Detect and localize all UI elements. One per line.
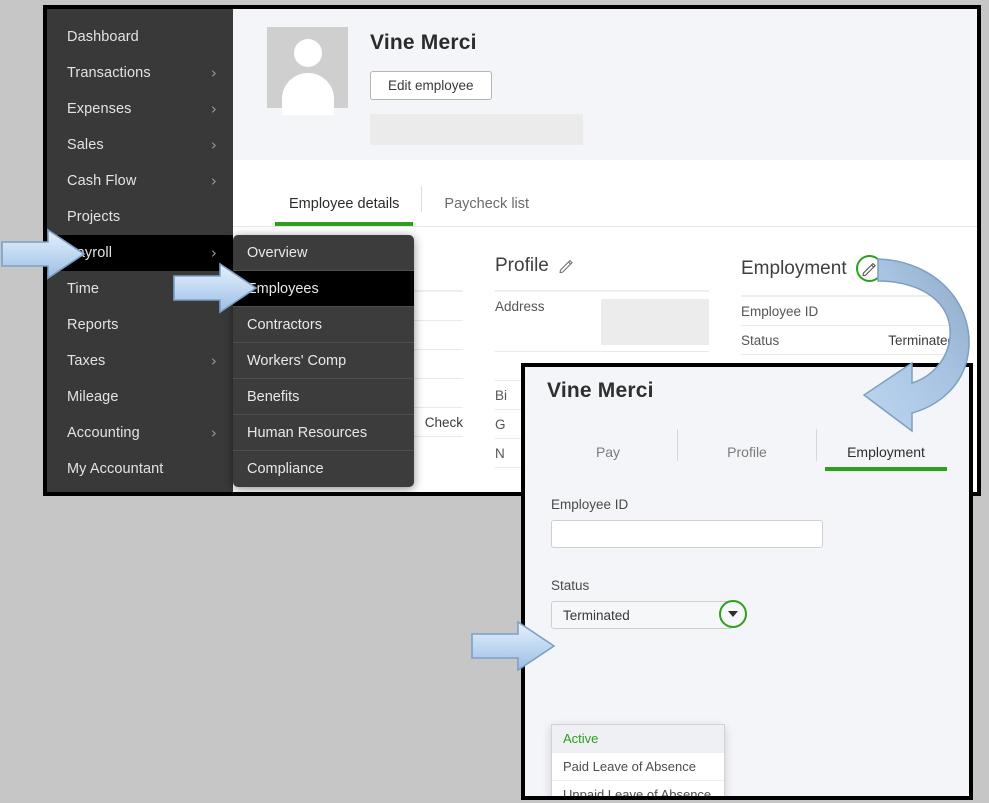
sidebar-item-label: Dashboard bbox=[67, 29, 139, 45]
sidebar-item-label: Projects bbox=[67, 209, 121, 225]
payroll-submenu: Overview Employees Contractors Workers' … bbox=[233, 235, 414, 487]
employee-id-label: Employee ID bbox=[551, 497, 629, 512]
page-tab-bar: Employee details Paycheck list bbox=[233, 160, 977, 227]
detail-value: Check bbox=[424, 415, 463, 430]
chevron-down-icon[interactable] bbox=[728, 611, 738, 617]
tab-employee-details[interactable]: Employee details bbox=[267, 196, 421, 226]
submenu-item-label: Contractors bbox=[247, 316, 322, 333]
modal-body: Employee ID Status Terminated Terminatio… bbox=[525, 471, 969, 796]
sidebar-item-my-accountant[interactable]: My Accountant bbox=[47, 451, 233, 487]
modal-title: Vine Merci bbox=[547, 379, 654, 402]
employment-title-text: Employment bbox=[741, 257, 847, 279]
status-dropdown-list: Active Paid Leave of Absence Unpaid Leav… bbox=[551, 724, 725, 796]
submenu-item-employees[interactable]: Employees bbox=[233, 271, 414, 307]
detail-label: Address bbox=[495, 299, 545, 314]
profile-title-text: Profile bbox=[495, 255, 549, 276]
detail-row-employee-id: Employee ID bbox=[741, 295, 955, 326]
submenu-item-contractors[interactable]: Contractors bbox=[233, 307, 414, 343]
modal-tab-profile[interactable]: Profile bbox=[678, 444, 816, 471]
edit-employee-button[interactable]: Edit employee bbox=[370, 71, 492, 100]
submenu-item-label: Workers' Comp bbox=[247, 352, 347, 369]
sidebar-item-label: Taxes bbox=[67, 353, 106, 369]
profile-section-title: Profile bbox=[495, 255, 709, 277]
sidebar-item-dashboard[interactable]: Dashboard bbox=[47, 19, 233, 55]
submenu-item-label: Employees bbox=[247, 280, 319, 297]
status-option-active[interactable]: Active bbox=[552, 725, 724, 753]
sidebar-item-time[interactable]: Time bbox=[47, 271, 233, 307]
detail-label: Employee ID bbox=[741, 304, 819, 319]
sidebar-item-projects[interactable]: Projects bbox=[47, 199, 233, 235]
sidebar-item-label: Reports bbox=[67, 317, 119, 333]
chevron-right-icon: › bbox=[210, 243, 217, 262]
employee-id-input[interactable] bbox=[551, 520, 823, 548]
sidebar-item-transactions[interactable]: Transactions › bbox=[47, 55, 233, 91]
submenu-item-label: Human Resources bbox=[247, 424, 368, 441]
status-option-paid-leave-of-absence[interactable]: Paid Leave of Absence bbox=[552, 753, 724, 781]
detail-row-status: Status Terminated bbox=[741, 326, 955, 355]
sidebar-item-label: Sales bbox=[67, 137, 104, 153]
chevron-right-icon: › bbox=[210, 423, 217, 442]
header-placeholder-bar bbox=[370, 114, 583, 145]
submenu-item-overview[interactable]: Overview bbox=[233, 235, 414, 271]
modal-tab-employment[interactable]: Employment bbox=[817, 444, 955, 471]
sidebar-item-mileage[interactable]: Mileage bbox=[47, 379, 233, 415]
sidebar-item-label: Expenses bbox=[67, 101, 132, 117]
submenu-item-benefits[interactable]: Benefits bbox=[233, 379, 414, 415]
chevron-right-icon: › bbox=[210, 351, 217, 370]
status-select[interactable]: Terminated bbox=[551, 601, 733, 629]
employment-section-title: Employment bbox=[741, 255, 955, 282]
submenu-item-label: Benefits bbox=[247, 388, 300, 405]
submenu-item-label: Compliance bbox=[247, 461, 324, 477]
chevron-right-icon: › bbox=[210, 99, 217, 118]
sidebar-item-label: Payroll bbox=[67, 245, 113, 261]
page-title: Vine Merci bbox=[370, 31, 477, 54]
modal-tab-pay[interactable]: Pay bbox=[539, 444, 677, 471]
status-label: Status bbox=[551, 578, 590, 593]
detail-label: Bi bbox=[495, 388, 508, 403]
sidebar-item-label: Accounting bbox=[67, 425, 140, 441]
status-value: Terminated bbox=[888, 333, 955, 348]
sidebar-item-expenses[interactable]: Expenses › bbox=[47, 91, 233, 127]
submenu-item-workers-comp[interactable]: Workers' Comp bbox=[233, 343, 414, 379]
detail-label: G bbox=[495, 417, 506, 432]
submenu-item-human-resources[interactable]: Human Resources bbox=[233, 415, 414, 451]
employment-edit-highlight-ring bbox=[855, 255, 883, 282]
sidebar-item-label: Mileage bbox=[67, 389, 119, 405]
screenshot-root: Dashboard Transactions › Expenses › Sale… bbox=[0, 0, 989, 803]
sidebar-item-reports[interactable]: Reports bbox=[47, 307, 233, 343]
detail-row: Address bbox=[495, 290, 709, 352]
address-placeholder-box bbox=[601, 299, 709, 345]
status-dropdown-highlight-ring bbox=[719, 600, 747, 628]
detail-label: Status bbox=[741, 333, 780, 348]
submenu-item-label: Overview bbox=[247, 244, 308, 261]
main-sidebar: Dashboard Transactions › Expenses › Sale… bbox=[47, 9, 233, 492]
sidebar-item-payroll[interactable]: Payroll › bbox=[47, 235, 233, 271]
sidebar-item-taxes[interactable]: Taxes › bbox=[47, 343, 233, 379]
edit-employment-modal: Vine Merci Pay Profile Employment Employ… bbox=[521, 363, 973, 800]
submenu-item-compliance[interactable]: Compliance bbox=[233, 451, 414, 487]
detail-label: N bbox=[495, 446, 505, 461]
status-select-wrap: Terminated bbox=[551, 600, 747, 629]
chevron-right-icon: › bbox=[210, 135, 217, 154]
tab-paycheck-list[interactable]: Paycheck list bbox=[422, 196, 551, 226]
sidebar-item-accounting[interactable]: Accounting › bbox=[47, 415, 233, 451]
modal-tab-bar: Pay Profile Employment bbox=[525, 415, 969, 471]
sidebar-item-label: Transactions bbox=[67, 65, 151, 81]
chevron-right-icon: › bbox=[210, 63, 217, 82]
sidebar-item-label: Time bbox=[67, 281, 100, 297]
sidebar-item-label: My Accountant bbox=[67, 461, 164, 477]
pencil-icon[interactable] bbox=[558, 258, 574, 274]
sidebar-item-cash-flow[interactable]: Cash Flow › bbox=[47, 163, 233, 199]
sidebar-item-label: Cash Flow bbox=[67, 173, 137, 189]
chevron-right-icon: › bbox=[210, 171, 217, 190]
employee-header: Vine Merci Edit employee bbox=[233, 9, 977, 160]
status-option-unpaid-leave-of-absence[interactable]: Unpaid Leave of Absence bbox=[552, 781, 724, 796]
sidebar-item-sales[interactable]: Sales › bbox=[47, 127, 233, 163]
avatar bbox=[267, 27, 348, 115]
pencil-icon[interactable] bbox=[861, 261, 877, 277]
